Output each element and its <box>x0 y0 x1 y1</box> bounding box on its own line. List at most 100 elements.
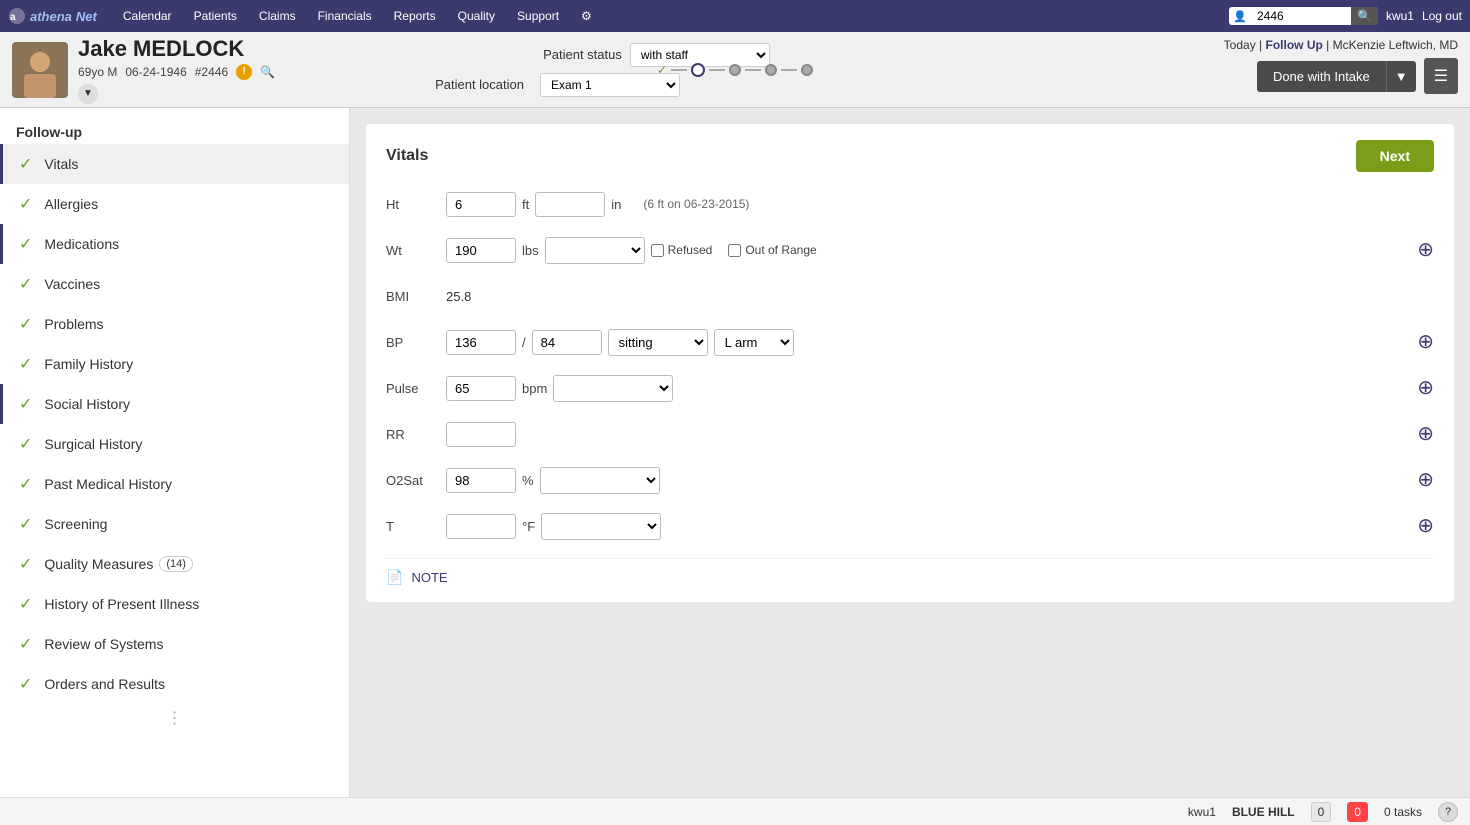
sidebar-item-orders-results[interactable]: ✓ Orders and Results <box>0 664 349 704</box>
workflow-steps: ✓ <box>657 63 813 77</box>
sidebar-item-vaccines[interactable]: ✓ Vaccines <box>0 264 349 304</box>
vital-row-pulse: Pulse bpm regular irregular ⊕ <box>386 372 1434 404</box>
done-intake-arrow-button[interactable]: ▼ <box>1386 61 1416 92</box>
sidebar-item-review-of-systems[interactable]: ✓ Review of Systems <box>0 624 349 664</box>
pulse-label: Pulse <box>386 381 446 396</box>
bp-add-button[interactable]: ⊕ <box>1417 332 1434 352</box>
bottom-user: kwu1 <box>1188 805 1216 819</box>
bottom-badge-1: 0 <box>1311 802 1332 822</box>
bp-diastolic-input[interactable] <box>532 330 602 355</box>
nav-quality[interactable]: Quality <box>448 5 505 27</box>
sidebar-item-history-present-illness[interactable]: ✓ History of Present Illness <box>0 584 349 624</box>
temp-add-button[interactable]: ⊕ <box>1417 516 1434 536</box>
bp-side-select[interactable]: L arm R arm L leg R leg <box>714 329 794 356</box>
sidebar-label-history-present-illness: History of Present Illness <box>44 596 199 612</box>
check-icon-medications: ✓ <box>19 234 32 254</box>
temp-input[interactable] <box>446 514 516 539</box>
wt-refused-checkbox[interactable] <box>651 244 664 257</box>
sidebar-item-medications[interactable]: ✓ Medications <box>0 224 349 264</box>
nav-reports[interactable]: Reports <box>384 5 446 27</box>
sidebar-label-problems: Problems <box>44 316 103 332</box>
patient-age: 69yo M <box>78 65 117 79</box>
ht-in-input[interactable] <box>535 192 605 217</box>
wt-unit: lbs <box>522 243 539 258</box>
rr-input[interactable] <box>446 422 516 447</box>
vital-row-wt: Wt lbs Refused Out of Range <box>386 234 1434 266</box>
sidebar-item-screening[interactable]: ✓ Screening <box>0 504 349 544</box>
sidebar-item-vitals[interactable]: ✓ Vitals <box>0 144 349 184</box>
rr-inputs: ⊕ <box>446 422 1434 447</box>
check-icon-screening: ✓ <box>19 514 32 534</box>
vitals-panel: Vitals Next Ht ft in (6 ft on 06-23-2015… <box>366 124 1454 602</box>
wt-out-of-range-label[interactable]: Out of Range <box>728 243 816 257</box>
sidebar-label-vitals: Vitals <box>44 156 78 172</box>
patient-status-label-text: Patient status <box>543 47 622 62</box>
patient-search-icon[interactable]: 🔍 <box>260 65 275 79</box>
nav-settings[interactable]: ⚙ <box>571 5 602 27</box>
o2sat-label: O2Sat <box>386 473 446 488</box>
sidebar-item-family-history[interactable]: ✓ Family History <box>0 344 349 384</box>
o2sat-method-select[interactable]: room air O2 <box>540 467 660 494</box>
vital-row-temp: T °F oral rectal tympanic axillary ⊕ <box>386 510 1434 542</box>
sidebar-item-past-medical-history[interactable]: ✓ Past Medical History <box>0 464 349 504</box>
nav-user[interactable]: kwu1 <box>1386 9 1414 23</box>
note-icon: 📄 <box>386 569 403 586</box>
help-button[interactable]: ? <box>1438 802 1458 822</box>
temp-method-select[interactable]: oral rectal tympanic axillary <box>541 513 661 540</box>
sidebar-label-surgical-history: Surgical History <box>44 436 142 452</box>
bp-systolic-input[interactable] <box>446 330 516 355</box>
pulse-add-button[interactable]: ⊕ <box>1417 378 1434 398</box>
note-label[interactable]: NOTE <box>411 570 447 585</box>
global-search-button[interactable]: 🔍 <box>1351 7 1378 25</box>
ht-inputs: ft in (6 ft on 06-23-2015) <box>446 192 1434 217</box>
nav-patients[interactable]: Patients <box>184 5 247 27</box>
o2sat-add-button[interactable]: ⊕ <box>1417 470 1434 490</box>
wt-select[interactable] <box>545 237 645 264</box>
wt-add-button[interactable]: ⊕ <box>1417 240 1434 260</box>
pulse-rhythm-select[interactable]: regular irregular <box>553 375 673 402</box>
global-search-input[interactable] <box>1251 7 1351 25</box>
vital-row-bmi: BMI 25.8 <box>386 280 1434 312</box>
sidebar-item-surgical-history[interactable]: ✓ Surgical History <box>0 424 349 464</box>
main-content: Vitals Next Ht ft in (6 ft on 06-23-2015… <box>350 108 1470 797</box>
o2sat-input[interactable] <box>446 468 516 493</box>
sidebar-label-social-history: Social History <box>44 396 130 412</box>
pulse-input[interactable] <box>446 376 516 401</box>
bottom-badge-2: 0 <box>1347 802 1368 822</box>
sidebar-item-social-history[interactable]: ✓ Social History <box>0 384 349 424</box>
nav-claims[interactable]: Claims <box>249 5 306 27</box>
ht-ft-input[interactable] <box>446 192 516 217</box>
wt-refused-text: Refused <box>668 243 713 257</box>
wt-refused-label[interactable]: Refused <box>651 243 713 257</box>
note-row: 📄 NOTE <box>386 558 1434 586</box>
rr-add-button[interactable]: ⊕ <box>1417 424 1434 444</box>
nav-support[interactable]: Support <box>507 5 569 27</box>
hamburger-button[interactable]: ☰ <box>1424 58 1458 94</box>
ht-in-unit: in <box>611 197 621 212</box>
main-layout: Follow-up ✓ Vitals ✓ Allergies ✓ Medicat… <box>0 108 1470 797</box>
check-icon-surgical-history: ✓ <box>19 434 32 454</box>
check-icon-vaccines: ✓ <box>19 274 32 294</box>
sidebar-item-problems[interactable]: ✓ Problems <box>0 304 349 344</box>
nav-financials[interactable]: Financials <box>308 5 382 27</box>
follow-up-label[interactable]: Follow Up <box>1266 38 1323 52</box>
nav-logout[interactable]: Log out <box>1422 9 1462 23</box>
check-icon-history-present-illness: ✓ <box>19 594 32 614</box>
next-button[interactable]: Next <box>1356 140 1434 172</box>
wt-out-of-range-checkbox[interactable] <box>728 244 741 257</box>
sidebar-item-allergies[interactable]: ✓ Allergies <box>0 184 349 224</box>
bp-position-select[interactable]: sitting standing supine <box>608 329 708 356</box>
done-intake-button[interactable]: Done with Intake <box>1257 61 1386 92</box>
ht-hint: (6 ft on 06-23-2015) <box>643 197 749 211</box>
global-search[interactable]: 👤 🔍 <box>1229 7 1378 25</box>
wt-input[interactable] <box>446 238 516 263</box>
sidebar-item-quality-measures[interactable]: ✓ Quality Measures (14) <box>0 544 349 584</box>
vitals-header: Vitals Next <box>386 140 1434 172</box>
check-icon-social-history: ✓ <box>19 394 32 414</box>
header-info: Today | Follow Up | McKenzie Leftwich, M… <box>1224 38 1458 52</box>
bmi-value: 25.8 <box>446 289 471 304</box>
vitals-title: Vitals <box>386 147 428 165</box>
patient-expand-btn[interactable]: ▼ <box>78 84 98 104</box>
ht-ft-unit: ft <box>522 197 529 212</box>
nav-calendar[interactable]: Calendar <box>113 5 182 27</box>
